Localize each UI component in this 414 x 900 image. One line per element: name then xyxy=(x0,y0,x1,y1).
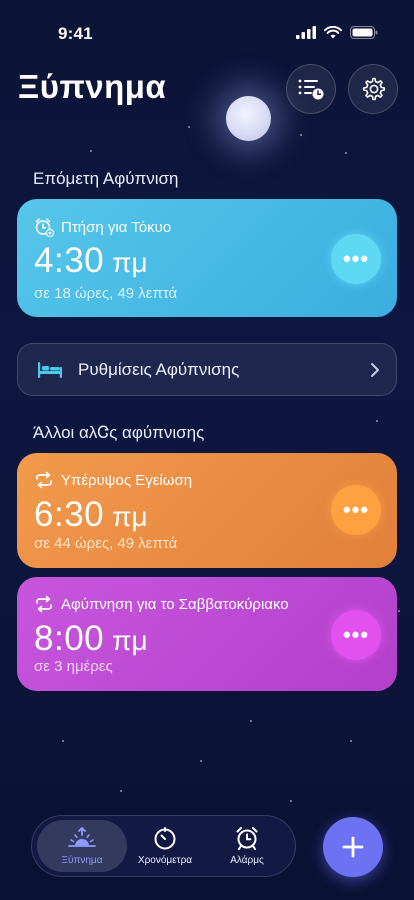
alarm-more-button[interactable]: ••• xyxy=(331,610,381,660)
alarm-time-value: 4:30 xyxy=(34,241,105,280)
battery-icon xyxy=(350,26,378,39)
alarm-card[interactable]: Υπέρυψος Εγείωση 6:30 πμ σε 44 ώρες, 49 … xyxy=(17,453,397,568)
repeat-icon xyxy=(36,471,52,489)
alarm-time-ampm: πμ xyxy=(112,247,148,278)
bed-icon xyxy=(38,362,62,378)
status-time: 9:41 xyxy=(58,24,93,43)
starry-background xyxy=(0,0,414,900)
alarm-time-ampm: πμ xyxy=(112,501,148,532)
tab-label: Χρονόμετρα xyxy=(137,855,193,866)
moon-decoration xyxy=(226,96,271,141)
alarm-name-row: Υπέρυψος Εγείωση xyxy=(34,471,192,489)
tab-label: Ξύπνημα xyxy=(61,855,103,866)
tab-alarms[interactable]: Αλάρμς xyxy=(202,820,292,872)
alarm-card[interactable]: Αφύπνηση για το Σαββατοκύριακο 8:00 πμ σ… xyxy=(17,577,397,691)
alarm-list-button[interactable] xyxy=(286,64,336,114)
next-alarm-section-label: Επόμετη Αφύπνιση xyxy=(33,169,179,188)
timer-icon xyxy=(154,827,176,850)
alarm-name: Αφύπνηση για το Σαββατοκύριακο xyxy=(61,595,289,613)
alarm-clock-icon xyxy=(236,827,258,850)
tab-wake[interactable]: Ξύπνημα xyxy=(37,820,127,872)
alarm-time-value: 8:00 xyxy=(34,619,105,658)
alarm-time: 8:00 πμ xyxy=(34,619,148,659)
status-bar: 9:41 xyxy=(0,20,414,50)
alarm-countdown: σε 3 ημέρες xyxy=(34,658,113,675)
wake-settings-label: Ρυθμίσεις Αφύπνισης xyxy=(78,360,240,379)
alarm-countdown: σε 18 ώρες, 49 λεπτά xyxy=(34,285,178,302)
status-icons xyxy=(296,26,378,39)
alarm-name-row: Πτήση για Τόκυο xyxy=(34,217,171,237)
alarm-more-button[interactable]: ••• xyxy=(331,485,381,535)
add-alarm-button[interactable] xyxy=(323,817,383,877)
settings-button[interactable] xyxy=(348,64,398,114)
cellular-signal-icon xyxy=(296,26,316,39)
alarm-name: Πτήση για Τόκυο xyxy=(61,218,172,236)
wifi-icon xyxy=(324,26,342,39)
tab-timers[interactable]: Χρονόμετρα xyxy=(120,820,210,872)
alarm-time: 4:30 πμ xyxy=(34,241,148,281)
gear-icon xyxy=(362,77,386,101)
alarm-time-value: 6:30 xyxy=(34,495,105,534)
list-schedule-icon xyxy=(298,79,324,100)
tab-bar: Ξύπνημα Χρονόμετρα Αλάρμς xyxy=(31,815,296,877)
alarm-time: 6:30 πμ xyxy=(34,495,148,535)
chevron-right-icon xyxy=(371,363,379,377)
alarm-more-button[interactable]: ••• xyxy=(331,234,381,284)
sunrise-icon xyxy=(68,827,96,847)
alarm-name: Υπέρυψος Εγείωση xyxy=(61,471,193,489)
header: Ξύπνημα xyxy=(18,62,398,114)
plus-icon xyxy=(342,836,364,858)
other-alarms-section-label: Άλλοι αλᏣς αφύπνισης xyxy=(33,423,205,442)
wake-settings-row[interactable]: Ρυθμίσεις Αφύπνισης xyxy=(17,343,397,396)
alarm-countdown: σε 44 ώρες, 49 λεπτά xyxy=(34,535,178,552)
alarm-name-row: Αφύπνηση για το Σαββατοκύριακο xyxy=(34,595,289,613)
alarm-clock-add-icon xyxy=(35,218,54,237)
next-alarm-card[interactable]: Πτήση για Τόκυο 4:30 πμ σε 18 ώρες, 49 λ… xyxy=(17,199,397,317)
repeat-icon xyxy=(36,595,52,613)
page-title: Ξύπνημα xyxy=(18,68,167,105)
alarm-time-ampm: πμ xyxy=(112,625,148,656)
tab-label: Αλάρμς xyxy=(230,855,264,866)
